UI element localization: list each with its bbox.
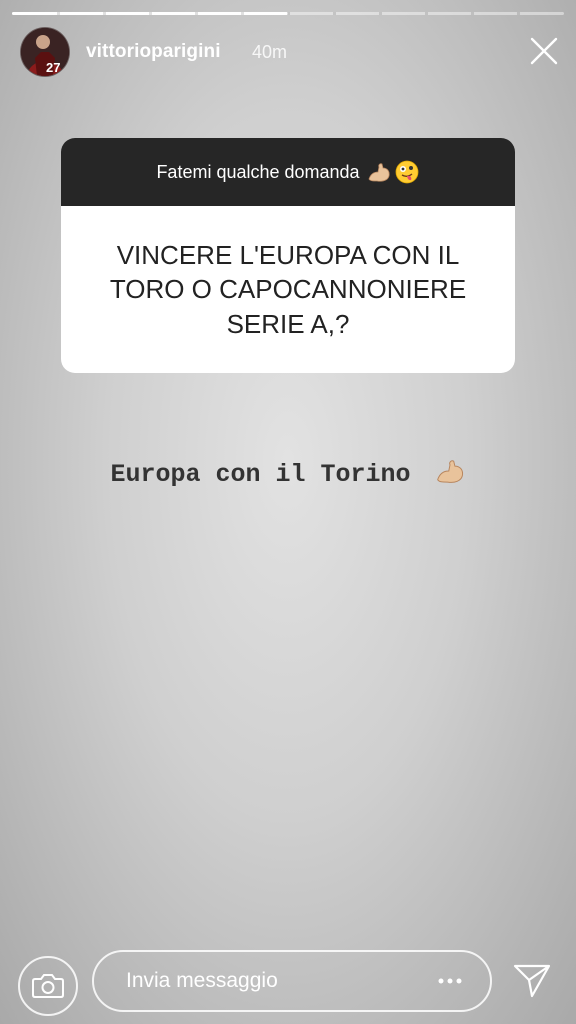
question-sticker-header: Fatemi qualche domanda bbox=[61, 138, 515, 206]
story-segment-divider bbox=[332, 12, 336, 15]
story-segment-divider bbox=[378, 12, 382, 15]
flexed-biceps-icon bbox=[368, 163, 390, 182]
flexed-biceps-icon bbox=[436, 460, 463, 483]
answer-caption: Europa con il Torino bbox=[0, 455, 576, 489]
question-text: VINCERE L'EUROPA CON IL TORO O CAPOCANNO… bbox=[109, 240, 467, 339]
camera-button[interactable] bbox=[18, 956, 78, 1016]
close-icon[interactable] bbox=[528, 35, 560, 67]
story-segment-divider bbox=[56, 12, 60, 15]
story-segment-divider bbox=[240, 12, 244, 15]
answer-text: Europa con il Torino bbox=[110, 460, 411, 489]
story-progress-bar bbox=[12, 12, 564, 15]
camera-icon bbox=[32, 974, 64, 998]
story-segment-divider bbox=[424, 12, 428, 15]
question-sticker-prompt: Fatemi qualche domanda bbox=[156, 161, 360, 182]
more-icon[interactable] bbox=[437, 972, 463, 990]
avatar-jersey-number: 27 bbox=[46, 60, 60, 75]
story-segment-divider bbox=[102, 12, 106, 15]
story-segment-divider bbox=[470, 12, 474, 15]
zany-face-icon bbox=[395, 160, 418, 184]
username[interactable]: vittorioparigini bbox=[86, 41, 221, 63]
story-segment-divider bbox=[194, 12, 198, 15]
question-sticker: Fatemi qualche domanda VINCERE L'EUROPA … bbox=[61, 138, 515, 373]
story-segment-divider bbox=[516, 12, 520, 15]
story-segment-divider bbox=[148, 12, 152, 15]
post-time: 40m bbox=[252, 42, 288, 62]
story-segment-divider bbox=[286, 12, 290, 15]
story-header: 27 vittorioparigini 40m bbox=[20, 27, 560, 79]
avatar[interactable]: 27 bbox=[20, 27, 70, 77]
avatar-photo: 27 bbox=[21, 28, 69, 76]
send-icon[interactable] bbox=[512, 962, 552, 1005]
reply-bar bbox=[0, 950, 576, 1016]
message-input[interactable] bbox=[92, 950, 492, 1012]
